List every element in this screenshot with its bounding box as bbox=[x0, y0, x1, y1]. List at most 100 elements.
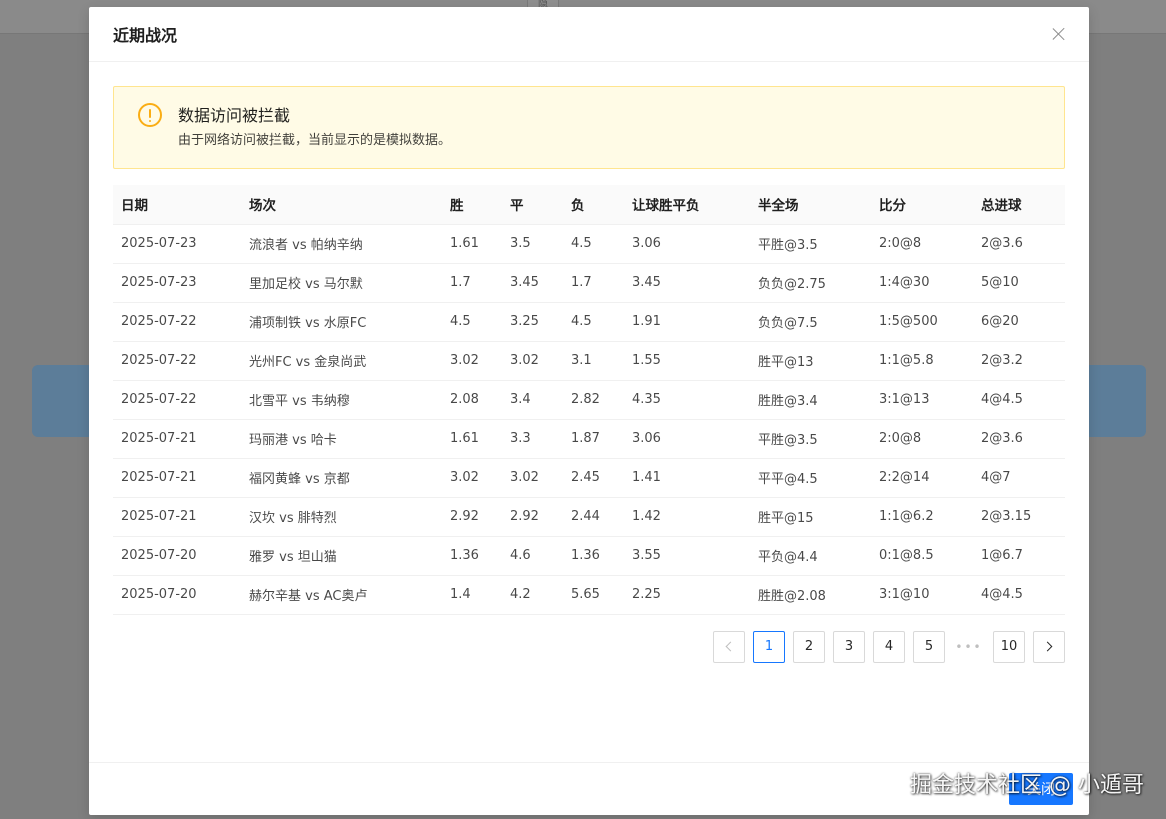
page-button-2[interactable]: 2 bbox=[793, 630, 825, 663]
cell-loss: 1.36 bbox=[563, 536, 624, 576]
cell-score: 3:1@10 bbox=[871, 575, 973, 615]
close-icon[interactable] bbox=[1049, 24, 1069, 44]
cell-half-full: 平胜@3.5 bbox=[750, 224, 871, 264]
cell-match: 雅罗 vs 坦山猫 bbox=[241, 536, 442, 576]
cell-draw: 3.02 bbox=[502, 458, 563, 498]
cell-handicap: 3.55 bbox=[624, 536, 750, 576]
cell-win: 3.02 bbox=[442, 341, 502, 381]
page-button-10[interactable]: 10 bbox=[993, 630, 1025, 663]
chevron-left-icon bbox=[725, 641, 736, 652]
table-row: 2025-07-22 光州FC vs 金泉尚武 3.02 3.02 3.1 1.55 胜平@… bbox=[113, 341, 1065, 381]
exclamation-circle-icon bbox=[138, 103, 162, 127]
table-row: 2025-07-20 雅罗 vs 坦山猫 1.36 4.6 1.36 3.55 平负@4.4… bbox=[113, 536, 1065, 576]
cell-match: 赫尔辛基 vs AC奥卢 bbox=[241, 575, 442, 615]
cell-match: 流浪者 vs 帕纳辛纳 bbox=[241, 224, 442, 264]
warning-alert: 数据访问被拦截 由于网络访问被拦截，当前显示的是模拟数据。 bbox=[113, 86, 1065, 169]
cell-win: 1.7 bbox=[442, 263, 502, 303]
cell-date: 2025-07-23 bbox=[113, 263, 241, 303]
next-page-button[interactable] bbox=[1033, 630, 1065, 663]
alert-description: 由于网络访问被拦截，当前显示的是模拟数据。 bbox=[178, 133, 452, 148]
cell-draw: 4.2 bbox=[502, 575, 563, 615]
cell-total-goals: 5@10 bbox=[973, 263, 1065, 303]
table-row: 2025-07-22 浦项制铁 vs 水原FC 4.5 3.25 4.5 1.91 负负@7… bbox=[113, 302, 1065, 342]
cell-handicap: 1.55 bbox=[624, 341, 750, 381]
cell-total-goals: 4@7 bbox=[973, 458, 1065, 498]
cell-half-full: 胜胜@3.4 bbox=[750, 380, 871, 420]
column-header-match[interactable]: 场次 bbox=[241, 185, 442, 225]
table-row: 2025-07-21 福冈黄蜂 vs 京都 3.02 3.02 2.45 1.41 平平@4… bbox=[113, 458, 1065, 498]
cell-loss: 2.82 bbox=[563, 380, 624, 420]
cell-match: 光州FC vs 金泉尚武 bbox=[241, 341, 442, 381]
cell-date: 2025-07-20 bbox=[113, 536, 241, 576]
cell-win: 2.08 bbox=[442, 380, 502, 420]
page-button-4[interactable]: 4 bbox=[873, 630, 905, 663]
cell-draw: 3.5 bbox=[502, 224, 563, 264]
column-header-total-goals[interactable]: 总进球 bbox=[973, 185, 1065, 225]
cell-total-goals: 1@6.7 bbox=[973, 536, 1065, 576]
cell-half-full: 负负@2.75 bbox=[750, 263, 871, 303]
page-button-3[interactable]: 3 bbox=[833, 630, 865, 663]
cell-score: 2:0@8 bbox=[871, 419, 973, 459]
cell-total-goals: 2@3.6 bbox=[973, 224, 1065, 264]
table-row: 2025-07-20 赫尔辛基 vs AC奥卢 1.4 4.2 5.65 2.25 胜胜@2… bbox=[113, 575, 1065, 615]
cell-match: 福冈黄蜂 vs 京都 bbox=[241, 458, 442, 498]
watermark: 掘金技术社区 @ 小遁哥 bbox=[910, 773, 1144, 798]
cell-loss: 2.45 bbox=[563, 458, 624, 498]
cell-date: 2025-07-20 bbox=[113, 575, 241, 615]
column-header-loss[interactable]: 负 bbox=[563, 185, 624, 225]
prev-page-button[interactable] bbox=[713, 630, 745, 663]
cell-loss: 2.44 bbox=[563, 497, 624, 537]
cell-date: 2025-07-21 bbox=[113, 419, 241, 459]
cell-draw: 3.25 bbox=[502, 302, 563, 342]
cell-date: 2025-07-22 bbox=[113, 380, 241, 420]
cell-draw: 3.3 bbox=[502, 419, 563, 459]
page-button-5[interactable]: 5 bbox=[913, 630, 945, 663]
cell-match: 汉坎 vs 腓特烈 bbox=[241, 497, 442, 537]
cell-date: 2025-07-23 bbox=[113, 224, 241, 264]
table-row: 2025-07-23 流浪者 vs 帕纳辛纳 1.61 3.5 4.5 3.06 平胜@3.… bbox=[113, 224, 1065, 264]
column-header-date[interactable]: 日期 bbox=[113, 185, 241, 225]
column-header-win[interactable]: 胜 bbox=[442, 185, 502, 225]
cell-match: 玛丽港 vs 哈卡 bbox=[241, 419, 442, 459]
cell-half-full: 平负@4.4 bbox=[750, 536, 871, 576]
page-button-1[interactable]: 1 bbox=[753, 630, 785, 663]
jump-next-ellipsis[interactable]: ••• bbox=[953, 630, 985, 663]
cell-half-full: 胜平@13 bbox=[750, 341, 871, 381]
cell-date: 2025-07-21 bbox=[113, 497, 241, 537]
cell-total-goals: 2@3.6 bbox=[973, 419, 1065, 459]
cell-score: 3:1@13 bbox=[871, 380, 973, 420]
cell-draw: 3.02 bbox=[502, 341, 563, 381]
cell-handicap: 3.06 bbox=[624, 419, 750, 459]
matches-table: 日期 场次 胜 平 负 让球胜平负 半全场 比分 总进球 2025-07-23 流… bbox=[113, 185, 1065, 615]
cell-total-goals: 2@3.2 bbox=[973, 341, 1065, 381]
column-header-draw[interactable]: 平 bbox=[502, 185, 563, 225]
column-header-score[interactable]: 比分 bbox=[871, 185, 973, 225]
column-header-half-full[interactable]: 半全场 bbox=[750, 185, 871, 225]
cell-win: 2.92 bbox=[442, 497, 502, 537]
cell-handicap: 1.42 bbox=[624, 497, 750, 537]
cell-total-goals: 2@3.15 bbox=[973, 497, 1065, 537]
column-header-handicap[interactable]: 让球胜平负 bbox=[624, 185, 750, 225]
cell-score: 2:2@14 bbox=[871, 458, 973, 498]
cell-handicap: 3.45 bbox=[624, 263, 750, 303]
cell-draw: 4.6 bbox=[502, 536, 563, 576]
cell-date: 2025-07-22 bbox=[113, 302, 241, 342]
cell-win: 1.61 bbox=[442, 419, 502, 459]
table-row: 2025-07-21 玛丽港 vs 哈卡 1.61 3.3 1.87 3.06 平胜@3.5… bbox=[113, 419, 1065, 459]
cell-half-full: 胜平@15 bbox=[750, 497, 871, 537]
table-body: 2025-07-23 流浪者 vs 帕纳辛纳 1.61 3.5 4.5 3.06 平胜@3.… bbox=[113, 224, 1065, 615]
table-row: 2025-07-21 汉坎 vs 腓特烈 2.92 2.92 2.44 1.42 胜平@15… bbox=[113, 497, 1065, 537]
cell-score: 1:1@5.8 bbox=[871, 341, 973, 381]
cell-loss: 3.1 bbox=[563, 341, 624, 381]
cell-loss: 4.5 bbox=[563, 224, 624, 264]
cell-loss: 1.7 bbox=[563, 263, 624, 303]
table-row: 2025-07-22 北雪平 vs 韦纳穆 2.08 3.4 2.82 4.35 胜胜@3.… bbox=[113, 380, 1065, 420]
cell-loss: 1.87 bbox=[563, 419, 624, 459]
modal-body: 数据访问被拦截 由于网络访问被拦截，当前显示的是模拟数据。 日期 场次 胜 平 … bbox=[89, 62, 1089, 687]
table-header-row: 日期 场次 胜 平 负 让球胜平负 半全场 比分 总进球 bbox=[113, 185, 1065, 225]
cell-half-full: 平胜@3.5 bbox=[750, 419, 871, 459]
cell-handicap: 3.06 bbox=[624, 224, 750, 264]
modal-header: 近期战况 bbox=[89, 7, 1089, 62]
cell-total-goals: 4@4.5 bbox=[973, 575, 1065, 615]
alert-title: 数据访问被拦截 bbox=[178, 106, 291, 125]
